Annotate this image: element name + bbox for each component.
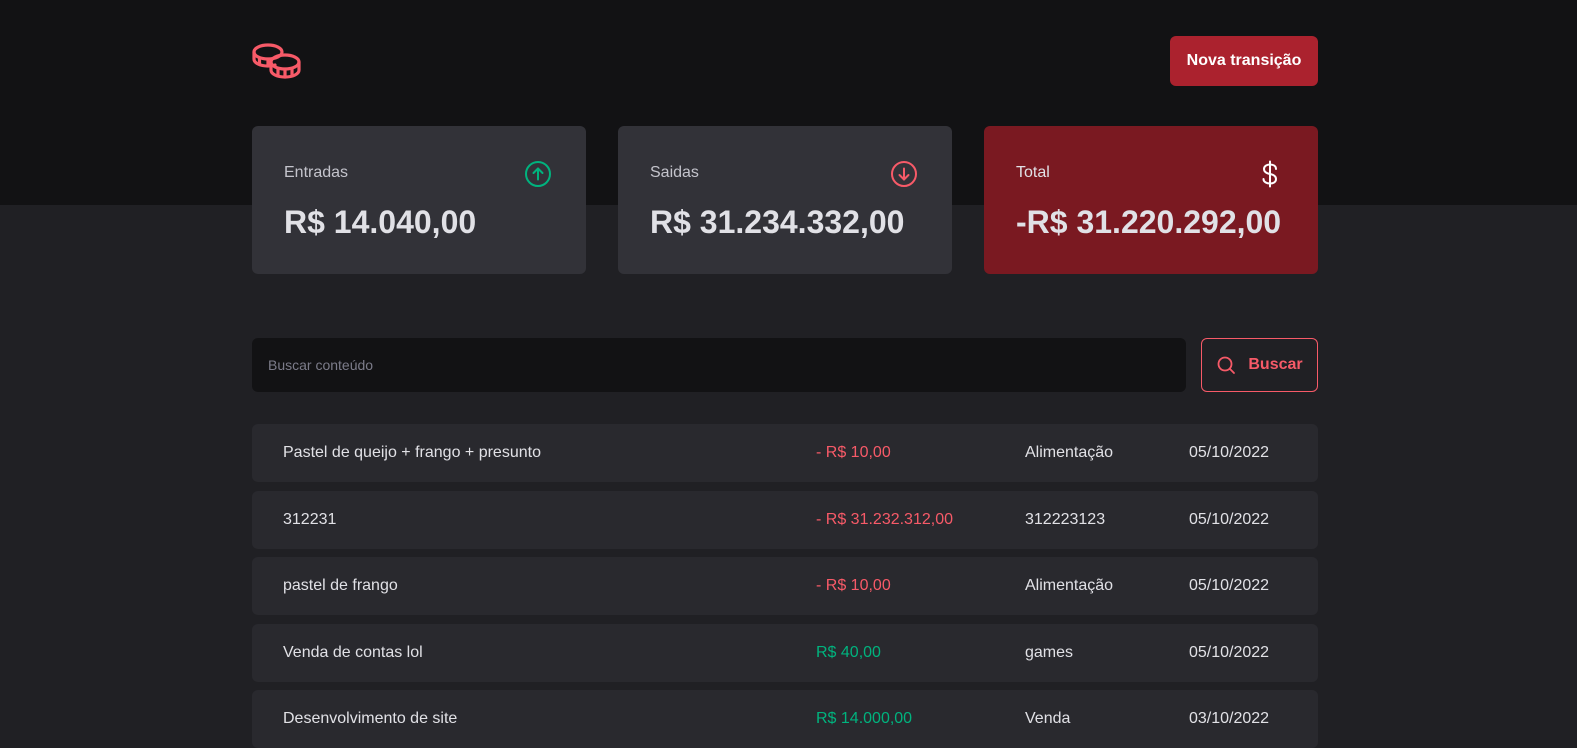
- summary-card-total: Total -R$ 31.220.292,00: [984, 126, 1318, 274]
- table-row: 312231 - R$ 31.232.312,00 312223123 05/1…: [252, 491, 1318, 549]
- transaction-price: - R$ 10,00: [816, 444, 891, 461]
- table-row: Venda de contas lol R$ 40,00 games 05/10…: [252, 624, 1318, 682]
- table-row: Desenvolvimento de site R$ 14.000,00 Ven…: [252, 690, 1318, 748]
- summary-card-income: Entradas R$ 14.040,00: [252, 126, 586, 274]
- transaction-description: Pastel de queijo + frango + presunto: [283, 444, 541, 461]
- transaction-category: Venda: [1025, 710, 1071, 727]
- summary-card-outcome: Saidas R$ 31.234.332,00: [618, 126, 952, 274]
- transaction-category: Alimentação: [1025, 577, 1114, 594]
- transaction-date: 05/10/2022: [1189, 577, 1270, 594]
- search-input[interactable]: [252, 338, 1186, 392]
- income-value: R$ 14.040,00: [284, 204, 477, 240]
- header: Nova transição: [252, 0, 1318, 126]
- new-transaction-button[interactable]: Nova transição: [1170, 36, 1318, 86]
- arrow-circle-up-icon: [524, 160, 552, 188]
- arrow-circle-down-icon: [890, 160, 918, 188]
- coins-icon: [252, 42, 302, 80]
- transaction-description: pastel de frango: [283, 577, 398, 594]
- main-container: Nova transição Entradas R$ 14.040,00 Sai…: [252, 0, 1318, 748]
- transaction-category: 312223123: [1025, 511, 1106, 528]
- search-button-label: Buscar: [1248, 356, 1303, 373]
- transaction-date: 05/10/2022: [1189, 644, 1270, 661]
- total-label: Total: [1016, 164, 1050, 181]
- transaction-date: 05/10/2022: [1189, 444, 1270, 461]
- total-value: -R$ 31.220.292,00: [1016, 204, 1282, 240]
- currency-dollar-icon: [1256, 160, 1284, 188]
- transaction-description: Venda de contas lol: [283, 644, 423, 661]
- magnifying-glass-icon: [1217, 356, 1236, 374]
- outcome-label: Saidas: [650, 164, 699, 181]
- transaction-category: Alimentação: [1025, 444, 1114, 461]
- income-label: Entradas: [284, 164, 349, 181]
- table-row: pastel de frango - R$ 10,00 Alimentação …: [252, 557, 1318, 615]
- transaction-date: 03/10/2022: [1189, 710, 1270, 727]
- search-form: Buscar: [252, 338, 1318, 392]
- transaction-price: R$ 14.000,00: [816, 710, 913, 727]
- transaction-price: - R$ 31.232.312,00: [816, 511, 953, 528]
- transaction-description: 312231: [283, 511, 337, 528]
- outcome-value: R$ 31.234.332,00: [650, 204, 905, 240]
- transaction-category: games: [1025, 644, 1074, 661]
- transaction-price: - R$ 10,00: [816, 577, 891, 594]
- table-row: Pastel de queijo + frango + presunto - R…: [252, 424, 1318, 482]
- transaction-price: R$ 40,00: [816, 644, 881, 661]
- transaction-description: Desenvolvimento de site: [283, 710, 458, 727]
- search-button[interactable]: Buscar: [1201, 338, 1318, 392]
- summary-cards: Entradas R$ 14.040,00 Saidas R$ 31.234.3…: [252, 126, 1318, 274]
- transaction-date: 05/10/2022: [1189, 511, 1270, 528]
